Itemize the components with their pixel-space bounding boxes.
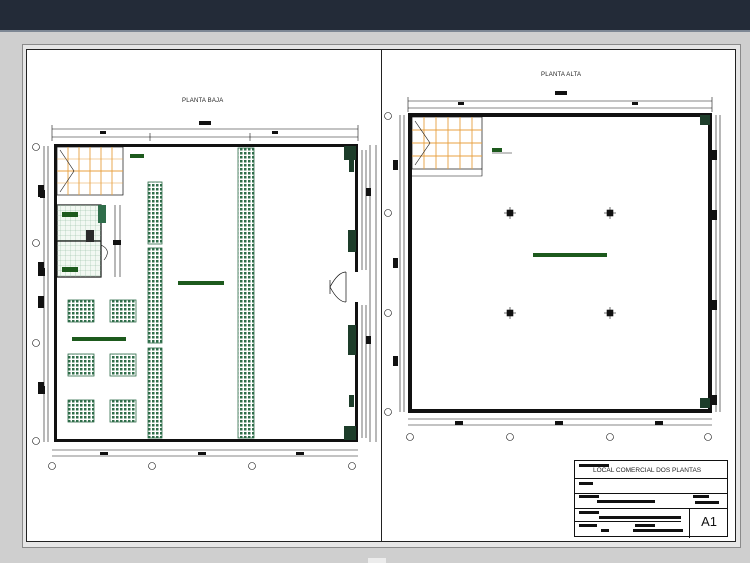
redacted-field	[693, 495, 709, 498]
redacted-field	[633, 529, 683, 532]
main-entrance-door	[329, 271, 347, 303]
left-wall-windows	[38, 185, 44, 394]
title-block-divider	[575, 493, 727, 494]
redacted-field	[597, 500, 655, 503]
project-title: LOCAL COMERCIAL DOS PLANTAS	[593, 467, 702, 474]
area-label-marker	[72, 337, 126, 341]
upper-top-dimension-lines	[407, 97, 713, 112]
redacted-field	[695, 501, 719, 504]
title-block-divider	[575, 478, 727, 479]
redacted-field	[579, 524, 597, 527]
title-block-divider	[575, 508, 727, 509]
redacted-field	[579, 464, 609, 467]
title-block-divider	[575, 521, 682, 522]
ground-floor-plan	[32, 121, 377, 470]
display-tables	[67, 299, 137, 423]
dimension-tag-bottom	[100, 452, 108, 455]
redacted-field	[599, 516, 681, 519]
redacted-field	[635, 524, 655, 527]
redacted-field	[579, 482, 593, 485]
area-label-marker	[533, 253, 607, 257]
top-dimension-lines	[51, 125, 359, 141]
dimension-tag-bottom	[296, 452, 304, 455]
shelving-units	[147, 147, 255, 439]
dimension-tag	[632, 102, 638, 105]
title-block-divider	[689, 508, 690, 538]
dimension-tag-right	[366, 188, 371, 196]
area-label-marker	[178, 281, 224, 285]
upper-floor-staircase	[411, 116, 512, 177]
upper-floor-plan	[384, 91, 721, 441]
interior-columns	[504, 207, 616, 319]
dimension-tag-right	[366, 336, 371, 344]
title-block: LOCAL COMERCIAL DOS PLANTAS A1	[574, 460, 728, 538]
dimension-tag	[458, 102, 464, 105]
dimension-tag-top	[555, 91, 567, 95]
dimension-tag-top	[199, 121, 211, 125]
right-wall-fixtures	[349, 160, 354, 407]
sheet-size-label: A1	[701, 514, 717, 529]
redacted-field	[579, 495, 599, 498]
restroom-block	[56, 204, 121, 278]
bottom-scroll-handle[interactable]	[368, 558, 386, 563]
dimension-tag	[272, 131, 278, 134]
dimension-tag-bottom	[198, 452, 206, 455]
upper-wall-windows	[393, 150, 717, 425]
redacted-field	[601, 529, 609, 532]
ground-floor-staircase	[56, 146, 144, 196]
dimension-tag	[100, 131, 106, 134]
redacted-field	[579, 511, 599, 514]
